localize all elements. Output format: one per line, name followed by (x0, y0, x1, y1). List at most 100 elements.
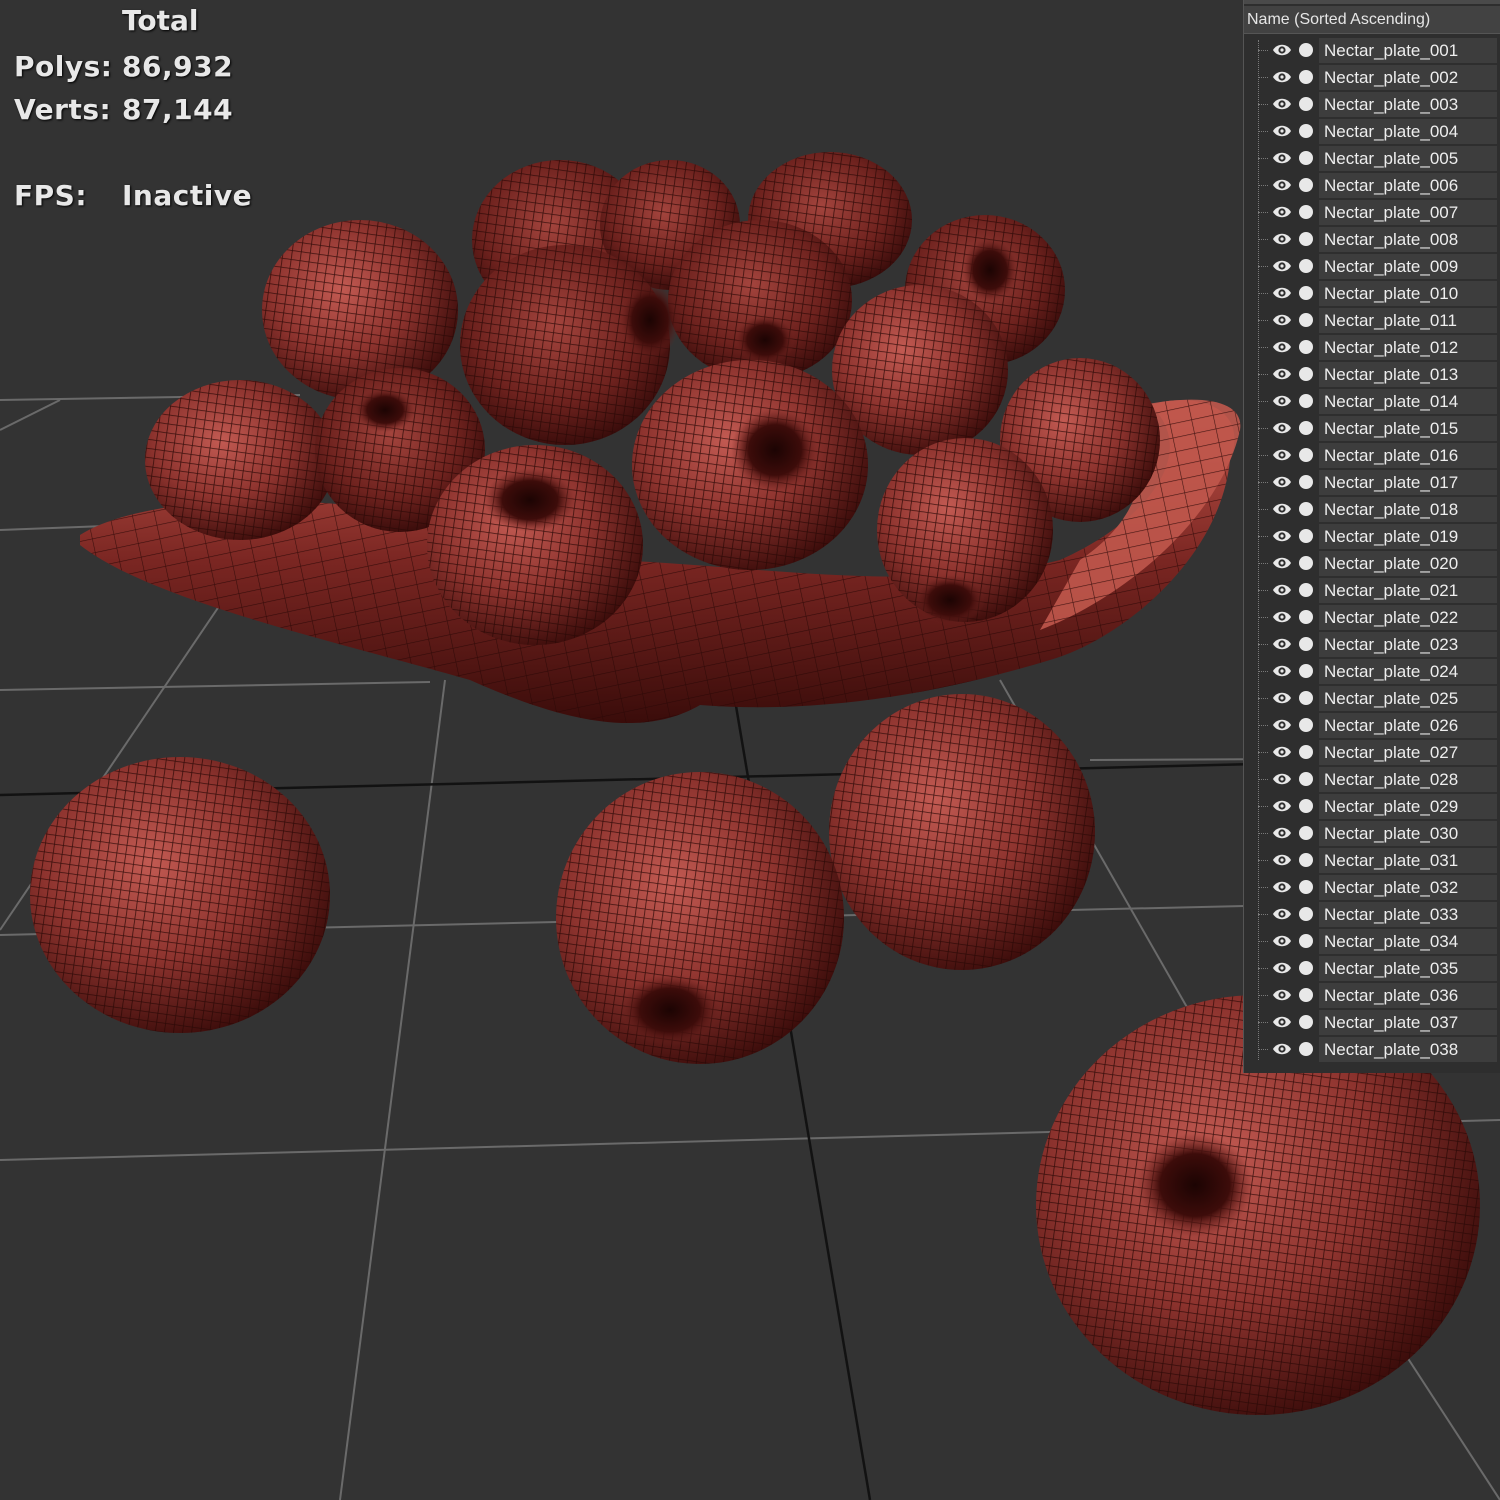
eye-icon[interactable] (1272, 797, 1292, 815)
circle-icon[interactable] (1299, 124, 1313, 138)
eye-icon[interactable] (1272, 959, 1292, 977)
explorer-row[interactable]: Nectar_plate_008 (1244, 226, 1500, 253)
object-name[interactable]: Nectar_plate_029 (1319, 794, 1497, 819)
eye-icon[interactable] (1272, 68, 1292, 86)
circle-icon[interactable] (1299, 178, 1313, 192)
circle-icon[interactable] (1299, 826, 1313, 840)
eye-icon[interactable] (1272, 716, 1292, 734)
explorer-row[interactable]: Nectar_plate_028 (1244, 766, 1500, 793)
circle-icon[interactable] (1299, 475, 1313, 489)
explorer-row[interactable]: Nectar_plate_019 (1244, 523, 1500, 550)
explorer-row[interactable]: Nectar_plate_011 (1244, 307, 1500, 334)
eye-icon[interactable] (1272, 203, 1292, 221)
explorer-row[interactable]: Nectar_plate_026 (1244, 712, 1500, 739)
circle-icon[interactable] (1299, 691, 1313, 705)
explorer-row[interactable]: Nectar_plate_025 (1244, 685, 1500, 712)
object-name[interactable]: Nectar_plate_014 (1319, 389, 1497, 414)
eye-icon[interactable] (1272, 338, 1292, 356)
object-name[interactable]: Nectar_plate_022 (1319, 605, 1497, 630)
explorer-row[interactable]: Nectar_plate_002 (1244, 64, 1500, 91)
eye-icon[interactable] (1272, 95, 1292, 113)
eye-icon[interactable] (1272, 608, 1292, 626)
explorer-row[interactable]: Nectar_plate_027 (1244, 739, 1500, 766)
object-name[interactable]: Nectar_plate_028 (1319, 767, 1497, 792)
circle-icon[interactable] (1299, 43, 1313, 57)
object-name[interactable]: Nectar_plate_018 (1319, 497, 1497, 522)
object-name[interactable]: Nectar_plate_033 (1319, 902, 1497, 927)
explorer-row[interactable]: Nectar_plate_009 (1244, 253, 1500, 280)
explorer-row[interactable]: Nectar_plate_005 (1244, 145, 1500, 172)
circle-icon[interactable] (1299, 583, 1313, 597)
object-name[interactable]: Nectar_plate_027 (1319, 740, 1497, 765)
eye-icon[interactable] (1272, 311, 1292, 329)
explorer-row[interactable]: Nectar_plate_024 (1244, 658, 1500, 685)
circle-icon[interactable] (1299, 907, 1313, 921)
eye-icon[interactable] (1272, 176, 1292, 194)
explorer-row[interactable]: Nectar_plate_033 (1244, 901, 1500, 928)
explorer-row[interactable]: Nectar_plate_016 (1244, 442, 1500, 469)
circle-icon[interactable] (1299, 664, 1313, 678)
explorer-row[interactable]: Nectar_plate_018 (1244, 496, 1500, 523)
eye-icon[interactable] (1272, 122, 1292, 140)
explorer-row[interactable]: Nectar_plate_010 (1244, 280, 1500, 307)
eye-icon[interactable] (1272, 986, 1292, 1004)
explorer-row[interactable]: Nectar_plate_021 (1244, 577, 1500, 604)
eye-icon[interactable] (1272, 662, 1292, 680)
object-name[interactable]: Nectar_plate_023 (1319, 632, 1497, 657)
object-name[interactable]: Nectar_plate_007 (1319, 200, 1497, 225)
eye-icon[interactable] (1272, 581, 1292, 599)
eye-icon[interactable] (1272, 743, 1292, 761)
eye-icon[interactable] (1272, 230, 1292, 248)
object-name[interactable]: Nectar_plate_026 (1319, 713, 1497, 738)
eye-icon[interactable] (1272, 932, 1292, 950)
circle-icon[interactable] (1299, 637, 1313, 651)
object-name[interactable]: Nectar_plate_009 (1319, 254, 1497, 279)
circle-icon[interactable] (1299, 880, 1313, 894)
explorer-row[interactable]: Nectar_plate_031 (1244, 847, 1500, 874)
object-name[interactable]: Nectar_plate_015 (1319, 416, 1497, 441)
circle-icon[interactable] (1299, 97, 1313, 111)
circle-icon[interactable] (1299, 853, 1313, 867)
explorer-row[interactable]: Nectar_plate_030 (1244, 820, 1500, 847)
circle-icon[interactable] (1299, 745, 1313, 759)
eye-icon[interactable] (1272, 554, 1292, 572)
object-name[interactable]: Nectar_plate_031 (1319, 848, 1497, 873)
object-name[interactable]: Nectar_plate_001 (1319, 38, 1497, 63)
object-name[interactable]: Nectar_plate_032 (1319, 875, 1497, 900)
eye-icon[interactable] (1272, 527, 1292, 545)
explorer-row[interactable]: Nectar_plate_013 (1244, 361, 1500, 388)
eye-icon[interactable] (1272, 419, 1292, 437)
circle-icon[interactable] (1299, 961, 1313, 975)
object-name[interactable]: Nectar_plate_008 (1319, 227, 1497, 252)
eye-icon[interactable] (1272, 41, 1292, 59)
eye-icon[interactable] (1272, 851, 1292, 869)
circle-icon[interactable] (1299, 313, 1313, 327)
circle-icon[interactable] (1299, 205, 1313, 219)
circle-icon[interactable] (1299, 232, 1313, 246)
eye-icon[interactable] (1272, 365, 1292, 383)
explorer-row[interactable]: Nectar_plate_023 (1244, 631, 1500, 658)
circle-icon[interactable] (1299, 934, 1313, 948)
object-name[interactable]: Nectar_plate_019 (1319, 524, 1497, 549)
object-name[interactable]: Nectar_plate_010 (1319, 281, 1497, 306)
object-name[interactable]: Nectar_plate_002 (1319, 65, 1497, 90)
circle-icon[interactable] (1299, 448, 1313, 462)
object-name[interactable]: Nectar_plate_037 (1319, 1010, 1497, 1035)
eye-icon[interactable] (1272, 1040, 1292, 1058)
explorer-row[interactable]: Nectar_plate_003 (1244, 91, 1500, 118)
object-name[interactable]: Nectar_plate_003 (1319, 92, 1497, 117)
circle-icon[interactable] (1299, 259, 1313, 273)
circle-icon[interactable] (1299, 1015, 1313, 1029)
object-name[interactable]: Nectar_plate_013 (1319, 362, 1497, 387)
object-name[interactable]: Nectar_plate_025 (1319, 686, 1497, 711)
explorer-row[interactable]: Nectar_plate_007 (1244, 199, 1500, 226)
circle-icon[interactable] (1299, 367, 1313, 381)
object-name[interactable]: Nectar_plate_006 (1319, 173, 1497, 198)
eye-icon[interactable] (1272, 878, 1292, 896)
explorer-row[interactable]: Nectar_plate_036 (1244, 982, 1500, 1009)
circle-icon[interactable] (1299, 718, 1313, 732)
object-name[interactable]: Nectar_plate_004 (1319, 119, 1497, 144)
circle-icon[interactable] (1299, 799, 1313, 813)
object-name[interactable]: Nectar_plate_020 (1319, 551, 1497, 576)
object-name[interactable]: Nectar_plate_011 (1319, 308, 1497, 333)
